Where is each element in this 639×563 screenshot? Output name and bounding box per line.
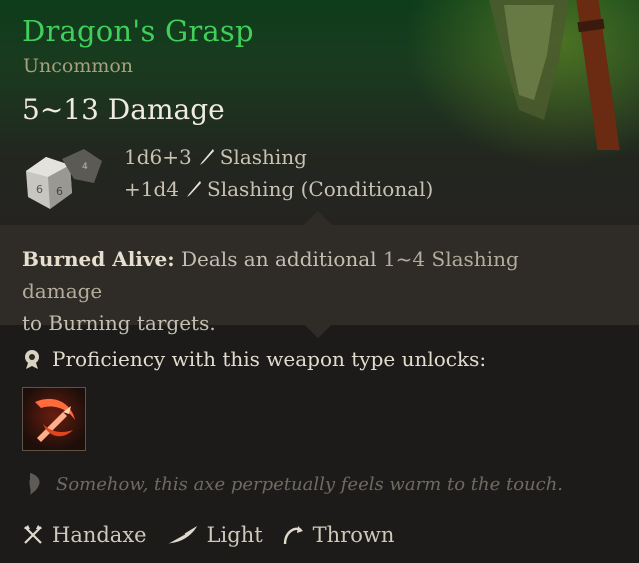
svg-text:6: 6 <box>56 185 63 198</box>
svg-text:4: 4 <box>82 162 88 172</box>
slashing-icon <box>187 181 202 197</box>
property-label: Thrown <box>312 523 395 547</box>
flame-slash-action[interactable] <box>22 387 86 451</box>
damage-dice: +1d4 <box>124 177 180 201</box>
passive-text-continued: to Burning targets. <box>22 311 216 335</box>
dice-icon: 6 6 4 <box>26 149 102 209</box>
flavor-row: Somehow, this axe perpetually feels warm… <box>24 471 563 497</box>
damage-dice: 1d6+3 <box>124 145 192 169</box>
property-label: Handaxe <box>52 523 147 547</box>
damage-type: Slashing (Conditional) <box>207 177 434 201</box>
property-label: Light <box>206 523 263 547</box>
property-thrown: Thrown <box>281 523 395 547</box>
proficiency-icon <box>25 350 39 369</box>
damage-range: 5~13 Damage <box>22 93 225 126</box>
axe-artwork <box>489 0 620 150</box>
damage-type: Slashing <box>219 145 307 169</box>
svg-text:6: 6 <box>36 183 43 196</box>
passive-text: Deals an additional <box>174 247 383 271</box>
feather-icon <box>166 526 197 545</box>
item-name: Dragon's Grasp <box>22 14 254 48</box>
weapon-properties: Handaxe Light Thrown <box>22 523 412 547</box>
property-handaxe: Handaxe <box>22 523 147 547</box>
proficiency-row: Proficiency with this weapon type unlock… <box>22 347 486 371</box>
flame-slash-icon <box>35 398 75 442</box>
passive-name: Burned Alive: <box>22 247 175 271</box>
passive-description: Burned Alive: Deals an additional 1~4 Sl… <box>22 243 582 339</box>
proficiency-label: Proficiency with this weapon type unlock… <box>52 347 487 371</box>
item-rarity: Uncommon <box>23 55 134 77</box>
throw-arc-icon <box>283 526 303 545</box>
crossed-axes-icon <box>24 525 42 544</box>
damage-line: 1d6+3 Slashing <box>124 145 307 169</box>
slashing-icon <box>199 149 214 165</box>
damage-line: +1d4 Slashing (Conditional) <box>124 177 433 201</box>
flavor-text: Somehow, this axe perpetually feels warm… <box>56 473 564 495</box>
property-light: Light <box>165 523 263 547</box>
quill-icon <box>29 473 40 495</box>
